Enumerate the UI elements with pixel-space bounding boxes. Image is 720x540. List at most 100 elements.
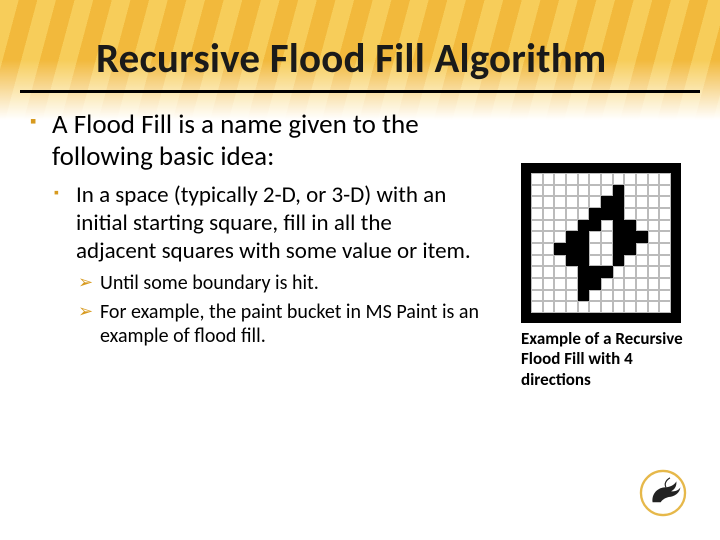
grid-cell bbox=[543, 220, 555, 232]
grid-cell bbox=[659, 255, 671, 267]
grid-cell bbox=[648, 208, 660, 220]
grid-cell bbox=[601, 290, 613, 302]
grid-cell bbox=[636, 196, 648, 208]
grid-cell bbox=[531, 231, 543, 243]
grid-cell bbox=[636, 255, 648, 267]
grid-cell bbox=[531, 243, 543, 255]
grid-cell bbox=[659, 220, 671, 232]
grid-cell bbox=[636, 220, 648, 232]
grid-cell bbox=[531, 290, 543, 302]
grid-cell bbox=[613, 301, 625, 313]
grid-cell bbox=[531, 255, 543, 267]
grid-cell bbox=[613, 196, 625, 208]
grid-cell bbox=[566, 290, 578, 302]
grid-cell bbox=[566, 220, 578, 232]
grid-cell bbox=[648, 278, 660, 290]
grid-cell bbox=[543, 278, 555, 290]
grid-cell bbox=[613, 185, 625, 197]
grid-cell bbox=[566, 196, 578, 208]
grid-cell bbox=[578, 231, 590, 243]
grid-cell bbox=[566, 243, 578, 255]
grid-cell bbox=[624, 196, 636, 208]
grid-cell bbox=[624, 220, 636, 232]
grid-cell bbox=[589, 185, 601, 197]
grid-cell bbox=[531, 185, 543, 197]
grid-cell bbox=[554, 196, 566, 208]
grid-cell bbox=[531, 208, 543, 220]
grid-cell bbox=[601, 220, 613, 232]
grid-cell bbox=[543, 301, 555, 313]
flood-fill-figure bbox=[521, 163, 681, 323]
grid-cell bbox=[543, 243, 555, 255]
bullet-level-1: A Flood Fill is a name given to the foll… bbox=[30, 109, 472, 173]
grid-cell bbox=[601, 278, 613, 290]
grid-cell bbox=[624, 185, 636, 197]
grid-cell bbox=[589, 231, 601, 243]
grid-cell bbox=[543, 255, 555, 267]
grid-cell bbox=[578, 255, 590, 267]
grid-cell bbox=[566, 301, 578, 313]
grid-cell bbox=[636, 231, 648, 243]
grid-cell bbox=[554, 266, 566, 278]
grid-cell bbox=[578, 196, 590, 208]
grid-cell bbox=[543, 173, 555, 185]
grid-cell bbox=[648, 301, 660, 313]
grid-cell bbox=[578, 208, 590, 220]
grid-cell bbox=[554, 231, 566, 243]
grid-cell bbox=[636, 301, 648, 313]
grid-cell bbox=[566, 231, 578, 243]
bullet-level-3: Until some boundary is hit. bbox=[78, 271, 480, 296]
grid-cell bbox=[543, 290, 555, 302]
grid-cell bbox=[554, 278, 566, 290]
grid-cell bbox=[554, 208, 566, 220]
grid-cell bbox=[636, 208, 648, 220]
grid-cell bbox=[624, 301, 636, 313]
grid-cell bbox=[589, 266, 601, 278]
grid-cell bbox=[589, 243, 601, 255]
grid-cell bbox=[566, 173, 578, 185]
grid-cell bbox=[566, 266, 578, 278]
grid-cell bbox=[589, 208, 601, 220]
grid-cell bbox=[589, 196, 601, 208]
grid-cell bbox=[566, 185, 578, 197]
content-area: A Flood Fill is a name given to the foll… bbox=[0, 93, 720, 390]
grid-cell bbox=[589, 220, 601, 232]
grid-cell bbox=[624, 173, 636, 185]
grid-cell bbox=[624, 278, 636, 290]
grid-cell bbox=[648, 220, 660, 232]
grid-cell bbox=[659, 185, 671, 197]
grid-cell bbox=[601, 266, 613, 278]
bullet-level-3: For example, the paint bucket in MS Pain… bbox=[78, 300, 480, 350]
grid-cell bbox=[613, 278, 625, 290]
grid-cell bbox=[613, 290, 625, 302]
grid-cell bbox=[578, 278, 590, 290]
grid-cell bbox=[589, 290, 601, 302]
grid-cell bbox=[624, 208, 636, 220]
grid-cell bbox=[659, 243, 671, 255]
grid-cell bbox=[554, 220, 566, 232]
grid-cell bbox=[543, 208, 555, 220]
figure-column: Example of a Recursive Flood Fill with 4… bbox=[521, 105, 696, 390]
grid-cell bbox=[531, 301, 543, 313]
grid-cell bbox=[589, 301, 601, 313]
grid-cell bbox=[636, 290, 648, 302]
grid-cell bbox=[589, 278, 601, 290]
grid-cell bbox=[613, 266, 625, 278]
grid-cell bbox=[589, 173, 601, 185]
grid-cell bbox=[601, 255, 613, 267]
grid-cell bbox=[578, 220, 590, 232]
grid-cell bbox=[578, 290, 590, 302]
grid-cell bbox=[543, 266, 555, 278]
grid-cell bbox=[636, 243, 648, 255]
grid-cell bbox=[624, 266, 636, 278]
grid-cell bbox=[601, 208, 613, 220]
grid-cell bbox=[589, 255, 601, 267]
grid-cell bbox=[659, 278, 671, 290]
grid-cell bbox=[531, 278, 543, 290]
grid-cell bbox=[659, 266, 671, 278]
figure-caption: Example of a Recursive Flood Fill with 4… bbox=[521, 329, 696, 390]
grid-cell bbox=[578, 266, 590, 278]
grid-cell bbox=[648, 185, 660, 197]
grid-cell bbox=[554, 173, 566, 185]
grid-cell bbox=[624, 231, 636, 243]
